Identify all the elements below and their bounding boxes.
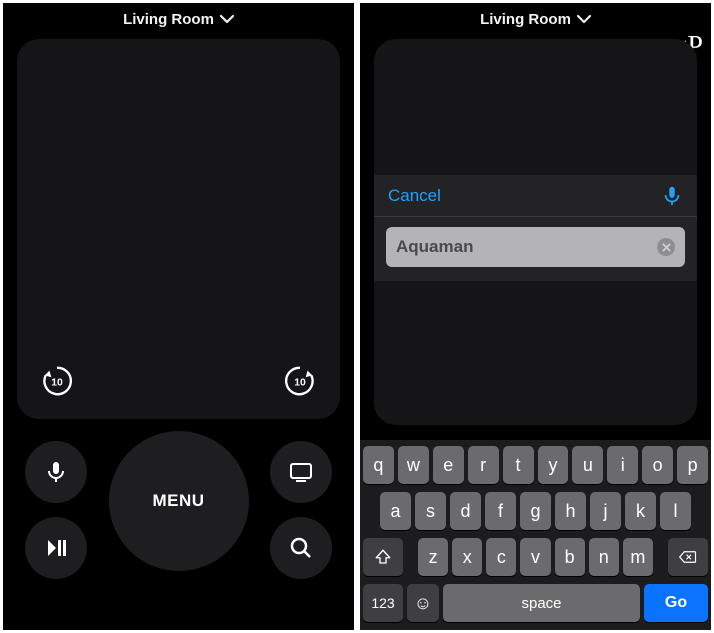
keyboard: qwertyuiop asdfghjkl zxcvbnm 123 ☺ space…: [360, 440, 711, 630]
chevron-down-icon: [577, 14, 591, 24]
device-label: Living Room: [480, 11, 571, 28]
go-key[interactable]: Go: [644, 584, 708, 622]
key-g[interactable]: g: [520, 492, 551, 530]
clear-input-button[interactable]: [657, 238, 675, 256]
menu-button[interactable]: MENU: [109, 431, 249, 571]
key-r[interactable]: r: [468, 446, 499, 484]
key-y[interactable]: y: [538, 446, 569, 484]
numbers-key[interactable]: 123: [363, 584, 403, 622]
play-pause-button[interactable]: [25, 517, 87, 579]
search-button[interactable]: [270, 517, 332, 579]
key-l[interactable]: l: [660, 492, 691, 530]
device-selector[interactable]: Living Room: [3, 3, 354, 35]
trackpad[interactable]: Cancel Aquaman: [374, 39, 697, 425]
key-a[interactable]: a: [380, 492, 411, 530]
space-key[interactable]: space: [443, 584, 640, 622]
remote-panel-left: Living Room 10 10: [3, 3, 354, 630]
voice-button[interactable]: [25, 441, 87, 503]
control-buttons: MENU: [3, 419, 354, 630]
backspace-key[interactable]: [668, 538, 708, 576]
shift-key[interactable]: [363, 538, 403, 576]
search-icon: [289, 536, 313, 560]
key-j[interactable]: j: [590, 492, 621, 530]
key-k[interactable]: k: [625, 492, 656, 530]
tv-icon: [289, 460, 313, 484]
key-p[interactable]: p: [677, 446, 708, 484]
svg-text:10: 10: [51, 378, 63, 389]
tv-button[interactable]: [270, 441, 332, 503]
device-selector[interactable]: Living Room: [360, 3, 711, 35]
key-q[interactable]: q: [363, 446, 394, 484]
skip-back-10-button[interactable]: 10: [37, 361, 77, 401]
search-input[interactable]: Aquaman: [386, 227, 685, 267]
key-u[interactable]: u: [572, 446, 603, 484]
chevron-down-icon: [220, 14, 234, 24]
key-d[interactable]: d: [450, 492, 481, 530]
key-x[interactable]: x: [452, 538, 482, 576]
microphone-icon: [661, 185, 683, 207]
key-w[interactable]: w: [398, 446, 429, 484]
emoji-key[interactable]: ☺: [407, 584, 439, 622]
key-f[interactable]: f: [485, 492, 516, 530]
microphone-icon: [44, 460, 68, 484]
play-pause-icon: [44, 536, 68, 560]
trackpad[interactable]: 10 10: [17, 39, 340, 419]
key-e[interactable]: e: [433, 446, 464, 484]
key-h[interactable]: h: [555, 492, 586, 530]
search-input-value: Aquaman: [396, 237, 649, 257]
key-z[interactable]: z: [418, 538, 448, 576]
backspace-icon: [677, 548, 699, 566]
key-v[interactable]: v: [520, 538, 550, 576]
emoji-icon: ☺: [414, 593, 432, 614]
cancel-button[interactable]: Cancel: [388, 186, 661, 206]
key-t[interactable]: t: [503, 446, 534, 484]
skip-forward-10-button[interactable]: 10: [280, 361, 320, 401]
close-icon: [662, 243, 671, 252]
device-label: Living Room: [123, 11, 214, 28]
key-i[interactable]: i: [607, 446, 638, 484]
shift-icon: [374, 548, 392, 566]
remote-panel-right: Living Room gP Cancel Aquaman: [360, 3, 711, 630]
key-m[interactable]: m: [623, 538, 653, 576]
dictate-button[interactable]: [661, 185, 683, 207]
key-o[interactable]: o: [642, 446, 673, 484]
key-n[interactable]: n: [589, 538, 619, 576]
svg-text:10: 10: [294, 378, 306, 389]
search-input-group: Cancel Aquaman: [374, 175, 697, 281]
key-b[interactable]: b: [555, 538, 585, 576]
key-c[interactable]: c: [486, 538, 516, 576]
key-s[interactable]: s: [415, 492, 446, 530]
